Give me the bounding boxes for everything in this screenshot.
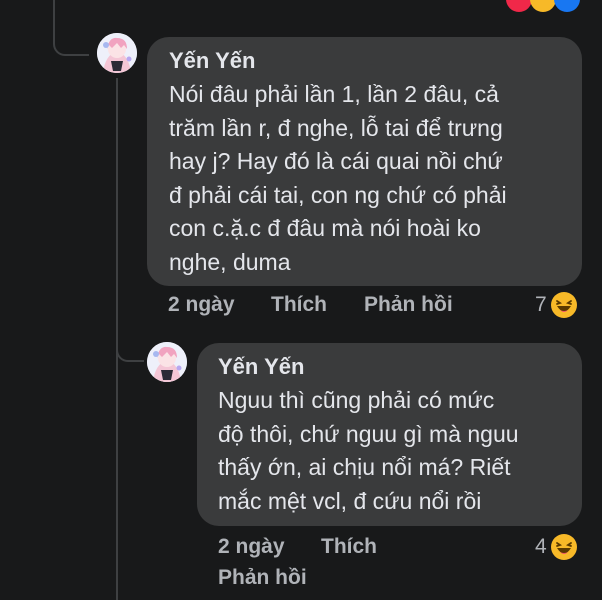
- comment-text: Nói đâu phải lần 1, lần 2 đâu, cả trăm l…: [169, 81, 507, 275]
- reply-button[interactable]: Phản hồi: [218, 566, 307, 590]
- commenter-name[interactable]: Yến Yến: [169, 48, 582, 74]
- reaction-count: 4: [535, 535, 547, 558]
- reaction-bubble-yellow: [530, 0, 556, 12]
- comment-bubble[interactable]: Yến Yến Nguu thì cũng phải có mức độ thô…: [197, 343, 582, 526]
- reply-button[interactable]: Phản hồi: [364, 293, 453, 317]
- avatar-anime-girl-icon: [147, 342, 187, 382]
- reaction-summary[interactable]: 4: [535, 533, 578, 561]
- commenter-name[interactable]: Yến Yến: [218, 354, 582, 380]
- like-button[interactable]: Thích: [321, 535, 377, 559]
- avatar-anime-girl-icon: [97, 33, 137, 73]
- reaction-bubble-red: [506, 0, 532, 12]
- comment-bubble[interactable]: Yến Yến Nói đâu phải lần 1, lần 2 đâu, c…: [147, 37, 582, 286]
- haha-emoji-icon: [550, 534, 577, 560]
- reaction-summary[interactable]: 7: [535, 291, 578, 319]
- haha-emoji-icon: [550, 292, 577, 318]
- comment-text: Nguu thì cũng phải có mức độ thôi, chứ n…: [218, 387, 519, 514]
- comment-timestamp[interactable]: 2 ngày: [218, 535, 285, 559]
- reaction-bubble-blue: [554, 0, 580, 12]
- avatar[interactable]: [97, 33, 137, 73]
- avatar[interactable]: [147, 342, 187, 382]
- comment-timestamp[interactable]: 2 ngày: [168, 293, 235, 317]
- reaction-count: 7: [535, 293, 547, 316]
- thread-line-main: [53, 0, 89, 56]
- like-button[interactable]: Thích: [271, 293, 327, 317]
- thread-line-reply-branch: [116, 320, 144, 362]
